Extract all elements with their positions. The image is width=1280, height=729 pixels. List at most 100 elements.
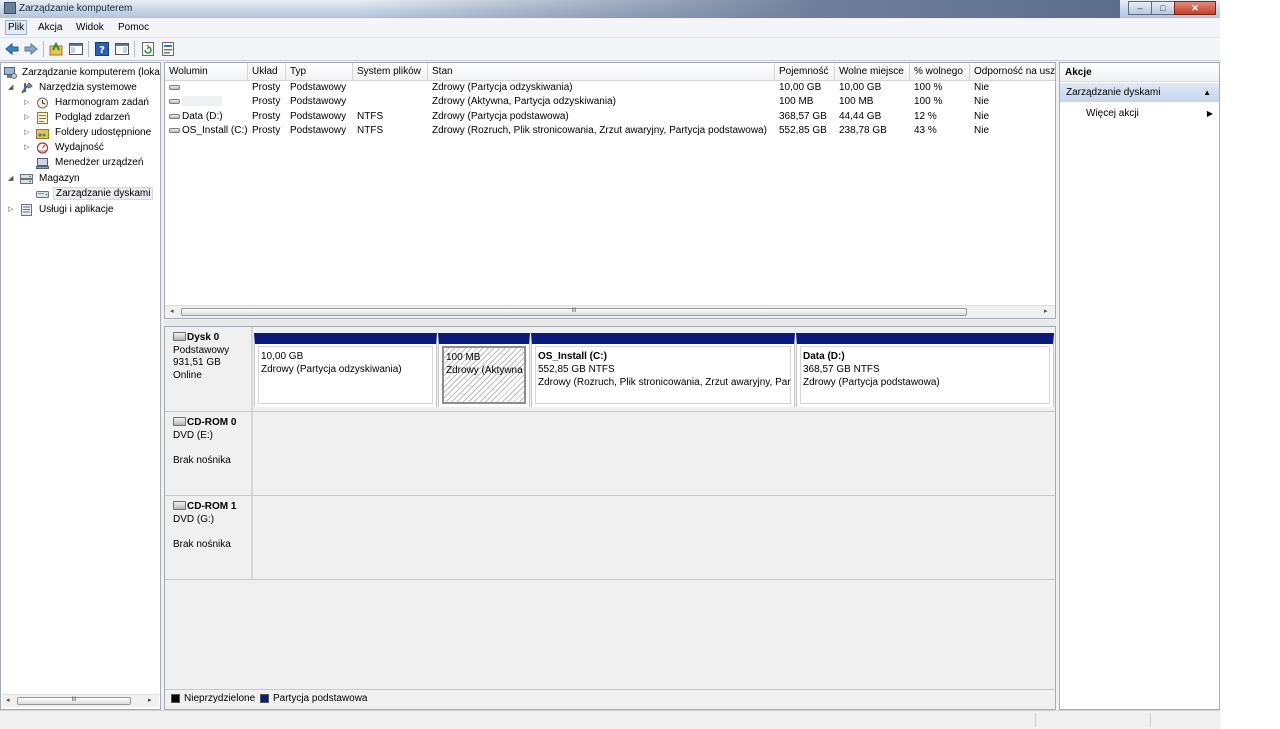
- menu-widok[interactable]: Widok: [74, 22, 106, 33]
- tree-item-label: Harmonogram zadań: [55, 97, 149, 108]
- scroll-left-arrow-icon[interactable]: ◂: [170, 307, 174, 315]
- toolbar-separator: [43, 41, 44, 57]
- partition-data[interactable]: Data (D:) 368,57 GB NTFS Zdrowy (Partycj…: [796, 333, 1054, 407]
- show-hide-console-tree-icon[interactable]: [68, 41, 84, 57]
- collapse-arrow-icon[interactable]: ▲: [1203, 83, 1211, 102]
- minimize-button[interactable]: –: [1128, 1, 1152, 15]
- services-icon: [20, 204, 33, 216]
- fault-tolerance-cell: Nie: [974, 82, 990, 93]
- collapsed-arrow-icon[interactable]: ▷: [24, 143, 29, 151]
- table-row[interactable]: OS_Install (C:) Prosty Podstawowy NTFS Z…: [165, 124, 1055, 138]
- show-hide-action-pane-icon[interactable]: [114, 41, 130, 57]
- tree-item-disk-management[interactable]: Zarządzanie dyskami: [23, 187, 160, 202]
- status-bar-divider: [1150, 713, 1151, 727]
- disk-label[interactable]: CD-ROM 0 DVD (E:) Brak nośnika: [165, 412, 253, 495]
- capacity-cell: 100 MB: [779, 96, 814, 107]
- column-header-status[interactable]: Stan: [428, 63, 775, 80]
- close-button[interactable]: ✕: [1174, 1, 1216, 15]
- layout-cell: Prosty: [252, 82, 281, 93]
- tree-item-task-scheduler[interactable]: ▷ Harmonogram zadań: [23, 96, 160, 111]
- column-header-free-space[interactable]: Wolne miejsce: [835, 63, 910, 80]
- tree-item-label: Menedżer urządzeń: [55, 157, 144, 168]
- help-icon[interactable]: ?: [94, 41, 110, 57]
- fault-tolerance-cell: Nie: [974, 125, 990, 136]
- tree-item-label: Wydajność: [55, 142, 104, 153]
- scroll-thumb[interactable]: III: [17, 697, 131, 705]
- column-header-capacity[interactable]: Pojemność: [775, 63, 835, 80]
- tree-item-event-viewer[interactable]: ▷ Podgląd zdarzeń: [23, 111, 160, 126]
- column-header-fault-tolerance[interactable]: Odporność na usz: [970, 63, 1055, 80]
- table-row[interactable]: Data (D:) Prosty Podstawowy NTFS Zdrowy …: [165, 110, 1055, 124]
- partition-os-install[interactable]: OS_Install (C:) 552,85 GB NTFS Zdrowy (R…: [531, 333, 795, 407]
- percent-free-cell: 100 %: [914, 82, 943, 93]
- column-header-type[interactable]: Typ: [286, 63, 353, 80]
- partition-size: 368,57 GB NTFS: [803, 364, 880, 375]
- forward-arrow-icon[interactable]: [23, 41, 39, 57]
- collapsed-arrow-icon[interactable]: ▷: [8, 205, 13, 213]
- menu-pomoc[interactable]: Pomoc: [116, 22, 151, 33]
- tree-item-device-manager[interactable]: Menedżer urządzeń: [23, 156, 160, 171]
- volume-name-cell: [165, 95, 248, 109]
- tree-item-computer-management[interactable]: Zarządzanie komputerem (loka: [4, 66, 160, 81]
- volume-name-cell: OS_Install (C:): [165, 124, 248, 138]
- scroll-right-arrow-icon[interactable]: ▸: [148, 696, 152, 704]
- expanded-arrow-icon[interactable]: ◢: [8, 174, 13, 182]
- refresh-icon[interactable]: [140, 41, 156, 57]
- file-system-cell: NTFS: [357, 125, 384, 136]
- scroll-right-arrow-icon[interactable]: ▸: [1044, 307, 1048, 315]
- free-space-cell: 44,44 GB: [839, 111, 882, 122]
- menu-akcja[interactable]: Akcja: [36, 22, 64, 33]
- disk-row-cdrom-0[interactable]: CD-ROM 0 DVD (E:) Brak nośnika: [165, 412, 1055, 496]
- menu-plik[interactable]: Plik: [5, 20, 28, 35]
- column-header-percent-free[interactable]: % wolnego: [910, 63, 970, 80]
- drive-icon: [169, 84, 180, 90]
- free-space-cell: 238,78 GB: [839, 125, 887, 136]
- back-arrow-icon[interactable]: [4, 41, 20, 57]
- tree-item-system-tools[interactable]: ◢ Narzędzia systemowe: [7, 81, 160, 96]
- actions-section-disk-management[interactable]: Zarządzanie dyskami ▲: [1060, 83, 1219, 102]
- volume-list-header: Wolumin Układ Typ System plików Stan Poj…: [165, 63, 1055, 81]
- tree-item-label: Foldery udostępnione: [55, 127, 152, 138]
- collapsed-arrow-icon[interactable]: ▷: [24, 98, 29, 106]
- type-cell: Podstawowy: [290, 125, 347, 136]
- table-row[interactable]: Prosty Podstawowy Zdrowy (Partycja odzys…: [165, 81, 1055, 95]
- tree-item-shared-folders[interactable]: ▷ Foldery udostępnione: [23, 126, 160, 141]
- disk-management-icon: [36, 188, 49, 200]
- disk-label[interactable]: CD-ROM 1 DVD (G:) Brak nośnika: [165, 496, 253, 579]
- expanded-arrow-icon[interactable]: ◢: [8, 83, 13, 91]
- tree-horizontal-scrollbar[interactable]: ◂ III ▸: [2, 694, 159, 707]
- tree-item-storage[interactable]: ◢ Magazyn: [7, 172, 160, 187]
- more-actions-item[interactable]: Więcej akcji ▶: [1060, 105, 1219, 123]
- tree-item-performance[interactable]: ▷ Wydajność: [23, 141, 160, 156]
- legend-swatch-primary-partition: [260, 694, 269, 703]
- drive-icon: [169, 98, 180, 104]
- computer-management-icon: [4, 67, 17, 79]
- collapsed-arrow-icon[interactable]: ▷: [24, 113, 29, 121]
- scroll-left-arrow-icon[interactable]: ◂: [6, 696, 10, 704]
- layout-cell: Prosty: [252, 96, 281, 107]
- column-header-file-system[interactable]: System plików: [353, 63, 428, 80]
- tree-item-label: Zarządzanie komputerem (loka: [22, 67, 160, 78]
- partition-size: 100 MB: [446, 352, 481, 363]
- partition-recovery[interactable]: 10,00 GB Zdrowy (Partycja odzyskiwania): [254, 333, 437, 407]
- capacity-cell: 552,85 GB: [779, 125, 827, 136]
- disk-row-cdrom-1[interactable]: CD-ROM 1 DVD (G:) Brak nośnika: [165, 496, 1055, 580]
- disk-row-disk-0[interactable]: Dysk 0 Podstawowy 931,51 GB Online 10,00…: [165, 327, 1055, 412]
- type-cell: Podstawowy: [290, 96, 347, 107]
- maximize-button[interactable]: □: [1151, 1, 1175, 15]
- column-header-volume[interactable]: Wolumin: [165, 63, 248, 80]
- disk-label[interactable]: Dysk 0 Podstawowy 931,51 GB Online: [165, 327, 253, 411]
- shared-folder-icon: [36, 127, 49, 139]
- partition-active-recovery[interactable]: 100 MB Zdrowy (Aktywna: [438, 333, 530, 407]
- partition-status: Zdrowy (Partycja podstawowa): [803, 377, 940, 388]
- up-folder-icon[interactable]: [48, 41, 64, 57]
- scroll-thumb[interactable]: III: [181, 308, 967, 316]
- volume-list-horizontal-scrollbar[interactable]: ◂ III ▸: [165, 305, 1055, 318]
- table-row[interactable]: Prosty Podstawowy Zdrowy (Aktywna, Party…: [165, 95, 1055, 109]
- svg-text:?: ?: [99, 45, 105, 56]
- tree-item-services-applications[interactable]: ▷ Usługi i aplikacje: [7, 203, 160, 218]
- properties-icon[interactable]: [160, 41, 176, 57]
- collapsed-arrow-icon[interactable]: ▷: [24, 128, 29, 136]
- column-header-layout[interactable]: Układ: [248, 63, 286, 80]
